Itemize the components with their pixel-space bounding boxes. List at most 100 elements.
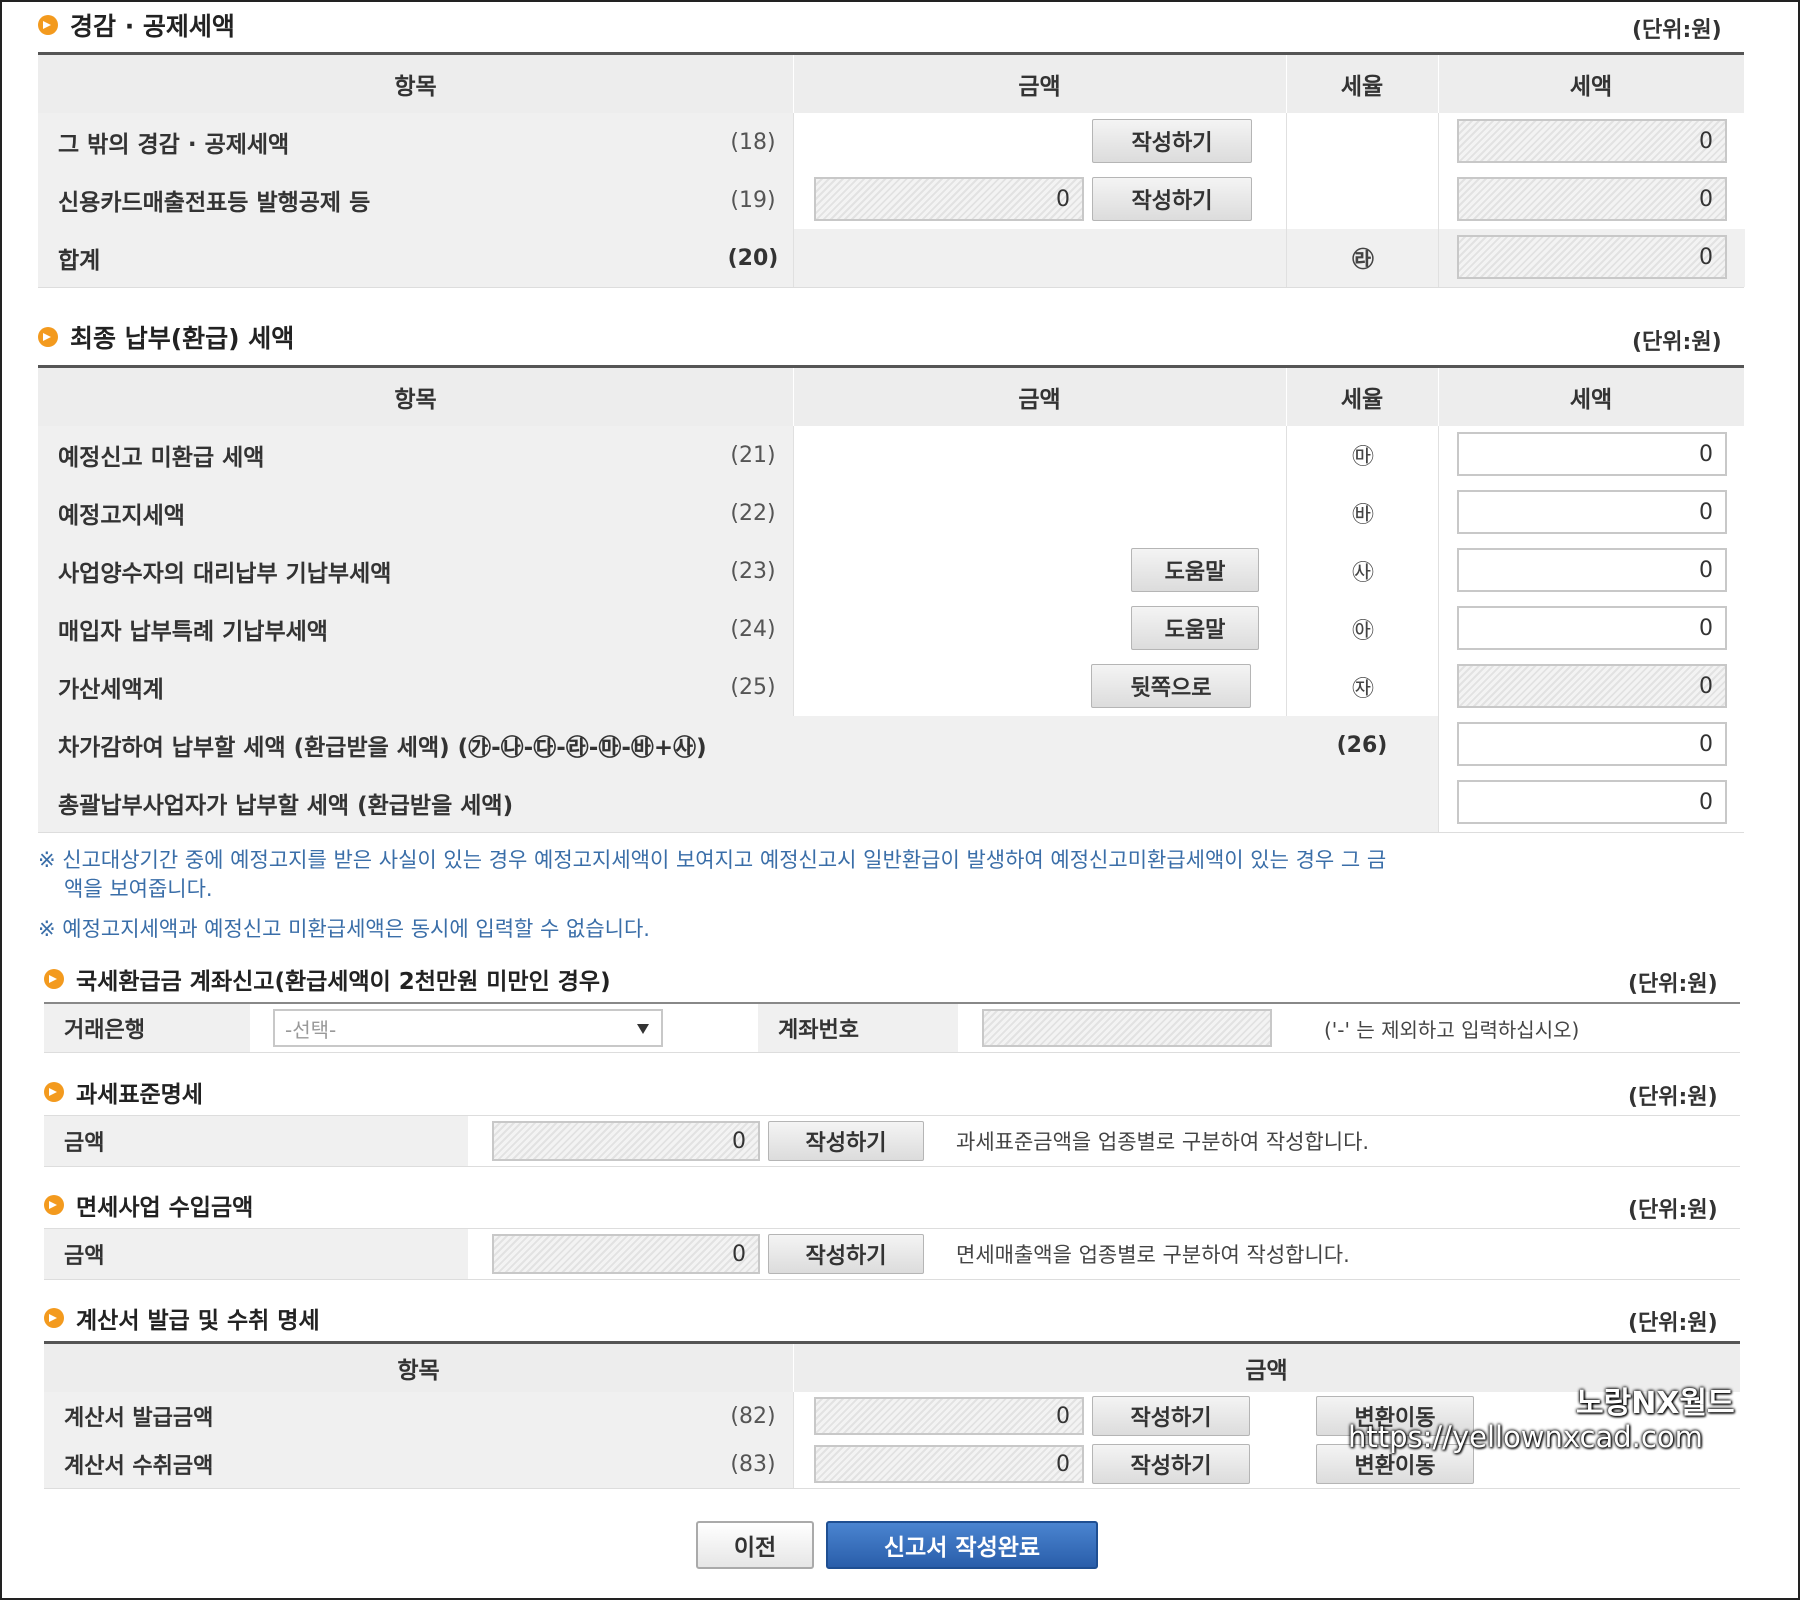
row-label: 계산서 수취금액 (44, 1440, 713, 1488)
exempt-income-row: 금액 0 작성하기 면세매출액을 업종별로 구분하여 작성합니다. (44, 1228, 1740, 1280)
bank-label: 거래은행 (44, 1004, 250, 1052)
amount-field: 0 (814, 177, 1084, 221)
table-row: 신용카드매출전표등 발행공제 등 (19) 0 작성하기 0 (38, 171, 1745, 230)
bullet-icon (44, 969, 64, 989)
row-label: 신용카드매출전표등 발행공제 등 (38, 171, 713, 229)
help-button[interactable]: 도움말 (1131, 606, 1259, 650)
unit-label: (단위:원) (1632, 330, 1722, 355)
header-rate: 세율 (1286, 55, 1439, 113)
header-amount: 금액 (793, 55, 1287, 113)
amount-cell: 0 작성하기 (793, 171, 1287, 229)
account-row: 거래은행 -선택- 계좌번호 ('-' 는 제외하고 입력하십시오) (44, 1004, 1740, 1053)
section-title-text: 면세사업 수입금액 (76, 1195, 254, 1221)
tax-input[interactable]: 0 (1457, 490, 1727, 534)
write-button[interactable]: 작성하기 (1092, 1396, 1250, 1436)
unit-label: (단위:원) (1628, 972, 1718, 997)
unit-label: (단위:원) (1628, 1085, 1718, 1110)
row-label: 매입자 납부특례 기납부세액 (38, 600, 713, 658)
header-item: 항목 (44, 1344, 794, 1392)
header-rate: 세율 (1286, 368, 1439, 426)
row-label: 계산서 발급금액 (44, 1392, 713, 1440)
header-item: 항목 (38, 55, 794, 113)
amount-cell: 도움말 (793, 542, 1287, 600)
watermark-url: https://yellownxcad.com (1348, 1420, 1703, 1454)
row-number: (21) (713, 426, 793, 484)
write-button[interactable]: 작성하기 (768, 1234, 924, 1274)
tax-input[interactable]: 0 (1457, 548, 1727, 592)
row-label: 총괄납부사업자가 납부할 세액 (환급받을 세액) (38, 774, 1438, 832)
unit-label: (단위:원) (1628, 1311, 1718, 1336)
row-label: 사업양수자의 대리납부 기납부세액 (38, 542, 713, 600)
tax-base-description: 과세표준금액을 업종별로 구분하여 작성합니다. (956, 1130, 1370, 1154)
bullet-icon (44, 1082, 64, 1102)
tax-input[interactable]: 0 (1457, 722, 1727, 766)
write-button[interactable]: 작성하기 (1092, 177, 1252, 221)
write-button[interactable]: 작성하기 (1092, 1444, 1250, 1484)
rate-symbol: ㉲ (1351, 445, 1374, 470)
rate-symbol: ㉴ (1351, 561, 1374, 586)
section-title-text: 과세표준명세 (76, 1082, 203, 1108)
amount-cell: 도움말 (793, 600, 1287, 658)
row-label: 차가감하여 납부할 세액 (환급받을 세액) (㉮-㉯-㉰-㉱-㉲-㉳+㉴) (38, 716, 1286, 774)
tax-cell: 0 (1438, 600, 1745, 658)
table-row: 가산세액계 (25) 뒷쪽으로 ㉶ 0 (38, 658, 1745, 717)
table-row: 매입자 납부특례 기납부세액 (24) 도움말 ㉵ 0 (38, 600, 1745, 659)
header-amount: 금액 (793, 368, 1287, 426)
row-number: (23) (713, 542, 793, 600)
row-number: (83) (713, 1440, 793, 1488)
section-title-invoices: 계산서 발급 및 수취 명세 (44, 1301, 320, 1335)
tax-input[interactable]: 0 (1457, 432, 1727, 476)
account-label: 계좌번호 (758, 1004, 958, 1052)
bullet-icon (38, 327, 58, 347)
row-number: (19) (713, 171, 793, 229)
received-amount-field: 0 (814, 1445, 1084, 1483)
table-row: 그 밖의 경감 · 공제세액 (18) 작성하기 0 (38, 113, 1745, 172)
rate-cell: ㉵ (1286, 600, 1439, 658)
table-header: 항목 금액 세율 세액 (38, 55, 1745, 115)
rate-cell: ㉶ (1286, 658, 1439, 716)
row-number: (18) (713, 113, 793, 171)
account-number-input[interactable] (982, 1009, 1272, 1047)
watermark-title: 노랑NX월드 (1576, 1386, 1735, 1421)
table-header: 항목 금액 세율 세액 (38, 368, 1745, 428)
row-number: (25) (713, 658, 793, 716)
note-line: 액을 보여줍니다. (64, 877, 213, 901)
section-title-refund-account: 국세환급금 계좌신고(환급세액이 2천만원 미만인 경우) (44, 962, 611, 996)
go-back-page-button[interactable]: 뒷쪽으로 (1091, 664, 1251, 708)
section-title-deduction: 경감 · 공제세액 (38, 8, 235, 42)
write-button[interactable]: 작성하기 (768, 1121, 924, 1161)
tax-field: 0 (1457, 235, 1727, 279)
header-tax: 세액 (1438, 368, 1745, 426)
table-row: 차가감하여 납부할 세액 (환급받을 세액) (㉮-㉯-㉰-㉱-㉲-㉳+㉴) (… (38, 716, 1745, 775)
table-header: 항목 금액 (44, 1344, 1741, 1394)
chevron-down-icon (637, 1024, 649, 1034)
tax-field: 0 (1457, 177, 1727, 221)
previous-button[interactable]: 이전 (696, 1521, 814, 1569)
row-label: 예정신고 미환급 세액 (38, 426, 713, 484)
note-line: ※ 예정고지세액과 예정신고 미환급세액은 동시에 입력할 수 없습니다. (38, 917, 650, 941)
bank-select[interactable]: -선택- (273, 1009, 663, 1047)
page-frame: 경감 · 공제세액 (단위:원) 항목 금액 세율 세액 그 밖의 경감 · 공… (0, 0, 1800, 1600)
tax-input[interactable]: 0 (1457, 780, 1727, 824)
row-number: (20) (713, 229, 793, 287)
note-line: ※ 신고대상기간 중에 예정고지를 받은 사실이 있는 경우 예정고지세액이 보… (38, 848, 1387, 872)
bullet-icon (44, 1308, 64, 1328)
tax-cell: 0 (1438, 716, 1745, 774)
table-row: 예정신고 미환급 세액 (21) ㉲ 0 (38, 426, 1745, 485)
amount-label: 금액 (44, 1116, 468, 1166)
rate-cell: ㉱ (1286, 229, 1439, 287)
issued-amount-field: 0 (814, 1397, 1084, 1435)
section-title-text: 계산서 발급 및 수취 명세 (76, 1308, 320, 1334)
bank-select-value: -선택- (285, 1017, 337, 1042)
unit-label: (단위:원) (1632, 18, 1722, 43)
tax-input[interactable]: 0 (1457, 606, 1727, 650)
help-button[interactable]: 도움말 (1131, 548, 1259, 592)
exempt-description: 면세매출액을 업종별로 구분하여 작성합니다. (956, 1243, 1350, 1267)
tax-cell: 0 (1438, 774, 1745, 832)
submit-report-button[interactable]: 신고서 작성완료 (826, 1521, 1098, 1569)
row-number: (82) (713, 1392, 793, 1440)
write-button[interactable]: 작성하기 (1092, 119, 1252, 163)
amount-cell (793, 229, 1287, 287)
rate-symbol: ㉵ (1351, 619, 1374, 644)
section-title-text: 국세환급금 계좌신고(환급세액이 2천만원 미만인 경우) (76, 969, 611, 995)
